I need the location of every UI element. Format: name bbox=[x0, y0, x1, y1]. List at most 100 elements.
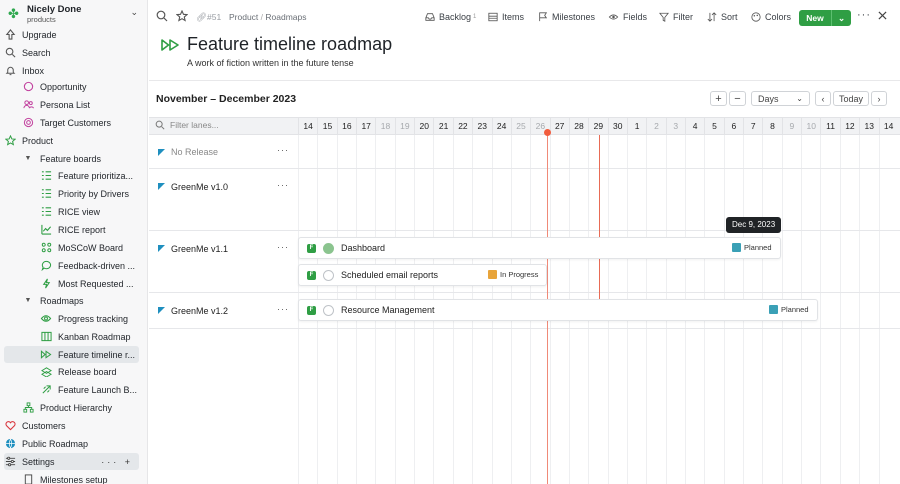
target-icon bbox=[22, 117, 34, 129]
sidebar-item-most-requested[interactable]: Most Requested ... bbox=[4, 275, 144, 292]
day-column-header: 14 bbox=[298, 118, 317, 136]
new-button-label: New bbox=[806, 13, 824, 23]
card-scheduled-email-reports[interactable]: F Scheduled email reports In Progress bbox=[298, 264, 547, 286]
more-icon[interactable]: ··· bbox=[857, 9, 871, 21]
filter-button[interactable]: Filter bbox=[659, 12, 693, 22]
feature-badge: F bbox=[307, 244, 316, 253]
timeline: November – December 2023 + − Days ⌄ ‹ To… bbox=[149, 80, 900, 484]
breadcrumb-roadmaps[interactable]: Roadmaps bbox=[265, 12, 306, 22]
sidebar-item-feature-prioritization[interactable]: Feature prioritiza... bbox=[4, 167, 144, 184]
board-icon bbox=[40, 242, 52, 254]
sidebar-item-rice-report[interactable]: RICE report bbox=[4, 221, 144, 238]
status-badge[interactable]: Planned bbox=[732, 243, 772, 252]
more-icon[interactable]: ··· + bbox=[101, 457, 133, 467]
sidebar-item-customers[interactable]: Customers bbox=[4, 417, 144, 434]
status-badge[interactable]: In Progress bbox=[488, 270, 538, 279]
date-range: November – December 2023 bbox=[156, 93, 297, 105]
sidebar-item-feature-boards[interactable]: ▼ Feature boards bbox=[4, 150, 144, 167]
day-column-header: 22 bbox=[452, 118, 472, 136]
flag-icon bbox=[539, 12, 548, 22]
sidebar-item-kanban-roadmap[interactable]: Kanban Roadmap bbox=[4, 328, 144, 345]
sidebar-item-product[interactable]: Product bbox=[4, 132, 144, 149]
new-button[interactable]: New ⌄ bbox=[799, 10, 851, 26]
card-resource-management[interactable]: F Resource Management Planned bbox=[298, 299, 818, 321]
status-badge[interactable]: Planned bbox=[769, 305, 809, 314]
lane-greenme-v1-0[interactable]: GreenMe v1.0 ··· bbox=[149, 169, 900, 231]
backlog-button[interactable]: Backlog 1 bbox=[425, 12, 476, 22]
zoom-in-button[interactable]: + bbox=[710, 91, 727, 106]
sidebar-item-feedback-driven[interactable]: Feedback-driven ... bbox=[4, 257, 144, 274]
card-dashboard[interactable]: F Dashboard Planned bbox=[298, 237, 781, 259]
milestones-button[interactable]: Milestones bbox=[538, 12, 595, 22]
day-column-header: 4 bbox=[685, 118, 704, 136]
sidebar-item-priority-by-drivers[interactable]: Priority by Drivers bbox=[4, 185, 144, 202]
zoom-select-value: Days bbox=[758, 93, 779, 104]
backlog-label: Backlog bbox=[439, 12, 472, 22]
more-icon[interactable]: ··· bbox=[277, 145, 289, 155]
more-icon[interactable]: ··· bbox=[277, 242, 289, 252]
sidebar-item-feature-launch[interactable]: Feature Launch B... bbox=[4, 381, 144, 398]
search-icon[interactable] bbox=[156, 10, 170, 24]
items-icon bbox=[488, 12, 498, 22]
nav-inbox[interactable]: Inbox bbox=[4, 62, 144, 79]
sidebar-item-settings[interactable]: Settings ··· + bbox=[4, 453, 139, 470]
sidebar-item-feature-timeline[interactable]: Feature timeline r... bbox=[4, 346, 139, 363]
day-column-header: 3 bbox=[665, 118, 685, 136]
chart-icon bbox=[40, 224, 52, 236]
day-column-header: 18 bbox=[375, 118, 394, 136]
sidebar-item-moscow-board[interactable]: MoSCoW Board bbox=[4, 239, 144, 256]
sidebar-item-product-hierarchy[interactable]: Product Hierarchy bbox=[4, 399, 144, 416]
day-column-header: 11 bbox=[820, 118, 839, 136]
avatar[interactable] bbox=[323, 243, 334, 254]
filter-label: Filter bbox=[673, 12, 693, 22]
sidebar-item-label: Kanban Roadmap bbox=[58, 331, 131, 342]
chevron-down-icon[interactable]: ⌄ bbox=[130, 7, 138, 18]
caret-down-icon[interactable]: ▼ bbox=[22, 295, 34, 307]
items-button[interactable]: Items bbox=[488, 12, 524, 22]
timeline-icon bbox=[161, 38, 179, 54]
prev-button[interactable]: ‹ bbox=[815, 91, 831, 106]
lane-no-release[interactable]: No Release ··· bbox=[149, 136, 900, 169]
more-icon[interactable]: ··· bbox=[277, 180, 289, 190]
page-subtitle[interactable]: A work of fiction written in the future … bbox=[187, 58, 354, 68]
lane-flag-icon bbox=[158, 183, 165, 190]
sidebar-item-persona-list[interactable]: Persona List bbox=[4, 96, 144, 113]
day-column-header: 13 bbox=[859, 118, 878, 136]
today-button[interactable]: Today bbox=[833, 91, 869, 106]
caret-down-icon[interactable]: ▼ bbox=[22, 153, 34, 165]
next-button[interactable]: › bbox=[871, 91, 887, 106]
breadcrumb-product[interactable]: Product bbox=[229, 12, 258, 22]
avatar[interactable] bbox=[323, 305, 334, 316]
sidebar-item-target-customers[interactable]: Target Customers bbox=[4, 114, 144, 131]
lane-filter[interactable]: Filter lanes... bbox=[155, 120, 219, 130]
close-icon[interactable] bbox=[878, 11, 891, 20]
nav-upgrade[interactable]: Upgrade bbox=[4, 26, 144, 43]
chevron-down-icon[interactable]: ⌄ bbox=[831, 10, 851, 26]
star-icon[interactable] bbox=[175, 9, 190, 24]
sidebar-item-progress-tracking[interactable]: Progress tracking bbox=[4, 310, 144, 327]
sidebar-item-opportunity[interactable]: Opportunity bbox=[4, 78, 144, 95]
sidebar-item-public-roadmap[interactable]: Public Roadmap bbox=[4, 435, 144, 452]
hover-cursor-line bbox=[599, 135, 600, 300]
day-column-header: 21 bbox=[433, 118, 452, 136]
sidebar: ✤ Nicely Done products ⌄ Upgrade Search … bbox=[0, 0, 148, 484]
card-title: Scheduled email reports bbox=[341, 270, 439, 280]
status-icon bbox=[732, 243, 741, 252]
workspace-switcher[interactable]: ✤ Nicely Done products ⌄ bbox=[6, 4, 144, 26]
fields-button[interactable]: Fields bbox=[608, 12, 647, 22]
day-column-header: 5 bbox=[704, 118, 723, 136]
sidebar-item-milestones-setup[interactable]: Milestones setup bbox=[4, 471, 144, 484]
zoom-select[interactable]: Days ⌄ bbox=[751, 91, 810, 106]
link-icon[interactable]: 🔗︎ bbox=[196, 12, 207, 23]
sidebar-item-roadmaps[interactable]: ▼ Roadmaps bbox=[4, 292, 144, 309]
zoom-out-button[interactable]: − bbox=[729, 91, 746, 106]
more-icon[interactable]: ··· bbox=[277, 304, 289, 314]
sidebar-item-release-board[interactable]: Release board bbox=[4, 363, 144, 380]
nav-search[interactable]: Search bbox=[4, 44, 144, 61]
sidebar-item-rice-view[interactable]: RICE view bbox=[4, 203, 144, 220]
page-title[interactable]: Feature timeline roadmap bbox=[187, 34, 392, 55]
palette-icon bbox=[751, 12, 761, 22]
colors-button[interactable]: Colors bbox=[751, 12, 791, 22]
sort-button[interactable]: Sort bbox=[707, 12, 738, 22]
avatar[interactable] bbox=[323, 270, 334, 281]
